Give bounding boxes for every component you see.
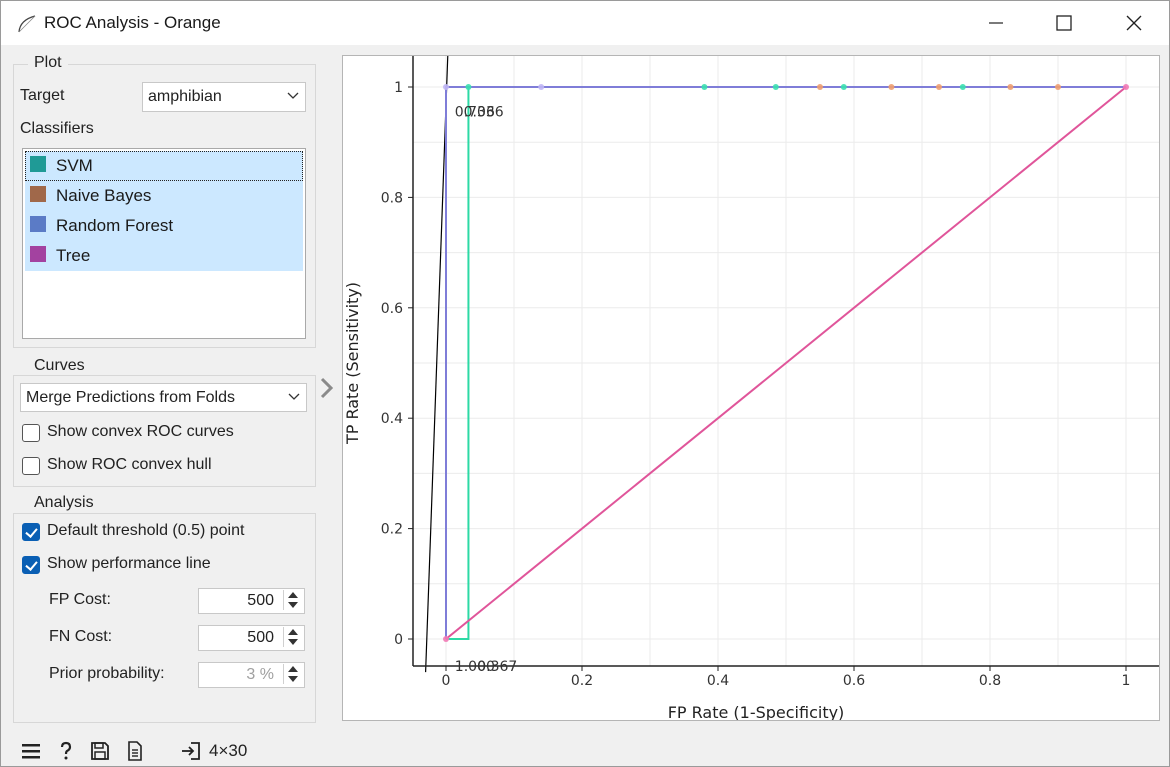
threshold-annotation: 0.336 (464, 104, 504, 120)
fp-cost-value: 500 (247, 592, 274, 609)
spin-arrows-icon[interactable] (283, 664, 302, 684)
maximize-icon (1056, 15, 1072, 31)
prior-probability-spinbox[interactable]: 3 % (198, 662, 305, 688)
roc-plot-area[interactable]: 0 0.2 0.4 0.6 0.8 1 0 0.2 0.4 0.6 0.8 1 FP Rate (1-S… (342, 48, 1160, 722)
roc-app-icon (18, 15, 36, 33)
menu-icon[interactable] (21, 741, 41, 761)
roc-point-series-1 (817, 84, 823, 90)
analysis-group (13, 513, 316, 723)
roc-point-series-1 (936, 84, 942, 90)
input-data-icon (182, 742, 200, 760)
curves-mode-value: Merge Predictions from Folds (26, 388, 235, 406)
fp-cost-label: FP Cost: (49, 591, 111, 608)
show-convex-hull-checkbox[interactable] (22, 457, 40, 475)
help-icon[interactable] (56, 741, 76, 761)
classifier-label: SVM (56, 156, 93, 175)
show-performance-line-checkbox[interactable] (22, 556, 40, 574)
roc-point-series-0 (772, 84, 779, 90)
roc-point-series-1 (888, 84, 895, 90)
threshold-annotation: 0.367 (477, 659, 517, 675)
roc-point-series-1 (1007, 84, 1014, 90)
roc-point-series-0 (840, 84, 847, 90)
title-bar: ROC Analysis - Orange (1, 1, 1169, 45)
target-combobox[interactable]: amphibian (142, 82, 306, 112)
roc-point-series-3 (1123, 84, 1129, 90)
y-tick-label: 0.8 (381, 190, 403, 206)
classifier-color-swatch (30, 216, 46, 232)
y-tick-label: 0.2 (381, 522, 403, 538)
plot-group-legend: Plot (28, 54, 68, 72)
x-tick-label: 0.6 (843, 673, 865, 689)
fn-cost-label: FN Cost: (49, 628, 113, 645)
show-convex-curves-checkbox[interactable] (22, 424, 40, 442)
classifier-color-swatch (30, 156, 46, 172)
x-tick-label: 0.4 (707, 673, 729, 689)
show-performance-line-label: Show performance line (47, 555, 211, 572)
y-tick-label: 0.6 (381, 301, 403, 317)
x-tick-label: 0.2 (571, 673, 593, 689)
classifier-label: Random Forest (56, 216, 174, 235)
roc-point-series-1 (1055, 84, 1061, 90)
y-tick-label: 0 (394, 632, 403, 648)
classifier-item-tree[interactable]: Tree (25, 241, 303, 271)
show-convex-hull-label: Show ROC convex hull (47, 456, 212, 473)
x-tick-label: 0 (442, 673, 451, 689)
classifier-label: Naive Bayes (56, 186, 152, 205)
roc-point-series-2 (538, 84, 545, 90)
classifier-color-swatch (30, 246, 46, 262)
status-bar: 4×30 (1, 734, 1169, 766)
target-value: amphibian (148, 88, 222, 105)
x-tick-label: 1 (1122, 673, 1131, 689)
save-icon[interactable] (90, 741, 110, 761)
roc-point-series-3 (443, 636, 449, 642)
window-title: ROC Analysis - Orange (44, 13, 221, 32)
performance-line (425, 48, 449, 673)
classifiers-label: Classifiers (20, 120, 94, 137)
classifier-item-random-forest[interactable]: Random Forest (25, 211, 303, 241)
chevron-down-icon (288, 393, 300, 400)
roc-analysis-window: ROC Analysis - Orange Plot Target amphib… (0, 0, 1170, 767)
classifiers-list[interactable]: SVM Naive Bayes Random Forest Tree (22, 148, 306, 339)
fn-cost-spinbox[interactable]: 500 (198, 625, 305, 651)
prior-probability-value: 3 % (246, 666, 274, 683)
target-label: Target (20, 87, 65, 104)
minimize-icon (989, 22, 1003, 24)
close-icon (1126, 15, 1142, 31)
close-button[interactable] (1099, 1, 1169, 45)
collapse-panel-chevron-icon[interactable] (319, 377, 335, 399)
x-tick-label: 0.8 (979, 673, 1001, 689)
default-threshold-label: Default threshold (0.5) point (47, 522, 245, 539)
minimize-button[interactable] (961, 1, 1031, 45)
prior-probability-label: Prior probability: (49, 665, 165, 682)
roc-point-series-0 (959, 84, 966, 90)
spin-arrows-icon[interactable] (283, 627, 302, 647)
classifier-label: Tree (56, 246, 91, 265)
classifier-item-svm[interactable]: SVM (25, 151, 303, 181)
roc-point-series-0 (701, 84, 708, 90)
roc-chart[interactable]: 0 0.2 0.4 0.6 0.8 1 0 0.2 0.4 0.6 0.8 1 FP Rate (1-S… (343, 48, 1159, 722)
y-tick-label: 1 (394, 80, 403, 96)
analysis-group-legend: Analysis (28, 494, 100, 512)
y-tick-label: 0.4 (381, 411, 403, 427)
x-axis-label: FP Rate (1-Specificity) (668, 703, 845, 720)
chevron-down-icon (287, 92, 299, 99)
default-threshold-checkbox[interactable] (22, 523, 40, 541)
classifier-item-naive-bayes[interactable]: Naive Bayes (25, 181, 303, 211)
fp-cost-spinbox[interactable]: 500 (198, 588, 305, 614)
curves-mode-combobox[interactable]: Merge Predictions from Folds (20, 383, 307, 412)
roc-point-series-2 (443, 84, 449, 90)
curves-group-legend: Curves (28, 357, 91, 375)
maximize-button[interactable] (1029, 1, 1099, 45)
data-size-text: 4×30 (209, 741, 248, 760)
roc-point-series-0 (465, 84, 472, 90)
classifier-color-swatch (30, 186, 46, 202)
show-convex-curves-label: Show convex ROC curves (47, 423, 234, 440)
spin-arrows-icon[interactable] (283, 590, 302, 610)
fn-cost-value: 500 (247, 629, 274, 646)
y-axis-label: TP Rate (Sensitivity) (343, 282, 362, 445)
report-icon[interactable] (125, 741, 145, 761)
